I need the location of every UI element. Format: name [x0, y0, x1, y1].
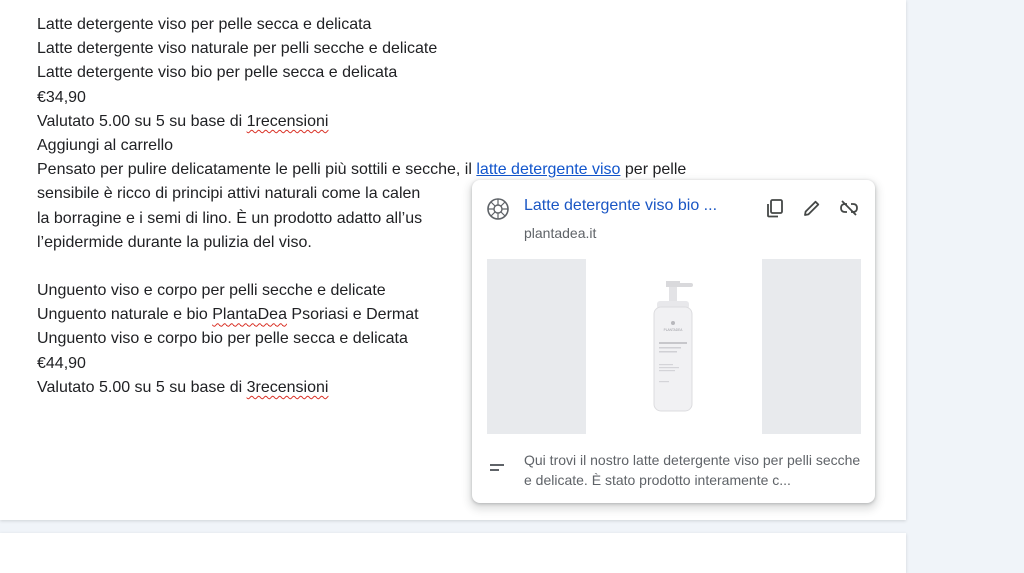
link-description: Qui trovi il nostro latte detergente vis…: [524, 452, 861, 488]
paragraph-text: Psoriasi e Dermat: [286, 306, 419, 324]
misspelled-word[interactable]: 3recensioni: [247, 379, 329, 396]
link-title[interactable]: Latte detergente viso bio ...: [524, 197, 756, 215]
paragraph-text: Pensato per pulire delicatamente le pell…: [37, 161, 477, 179]
globe-icon: [487, 198, 509, 220]
next-page[interactable]: [0, 533, 906, 573]
bottle-image: PLANTADEA: [653, 281, 693, 412]
link-preview-card[interactable]: Latte detergente viso bio ... plantadea.…: [472, 180, 875, 503]
hyperlink[interactable]: latte detergente viso: [476, 161, 620, 178]
text-line: Latte detergente viso naturale per pelli…: [37, 40, 438, 58]
paragraph-line: Pensato per pulire delicatamente le pell…: [37, 158, 797, 182]
copy-link-button[interactable]: [761, 194, 789, 222]
rating-text: Valutato 5.00 su 5 su base di: [37, 112, 247, 130]
misspelled-word[interactable]: 1recensioni: [247, 113, 329, 130]
misspelled-word[interactable]: PlantaDea: [212, 306, 287, 323]
text-line: Aggiungi al carrello: [37, 136, 174, 154]
text-line: Latte detergente viso bio per pelle secc…: [37, 64, 398, 82]
edit-link-button[interactable]: [798, 194, 826, 222]
bottle-label: PLANTADEA: [664, 328, 684, 332]
paragraph-text: Unguento naturale e bio: [37, 306, 213, 324]
paragraph-text: per pelle: [620, 161, 687, 179]
remove-link-button[interactable]: [835, 194, 863, 222]
copy-icon: [767, 199, 783, 218]
remove-link-icon: [840, 200, 858, 216]
price-text: €34,90: [37, 88, 86, 106]
rating-text: Valutato 5.00 su 5 su base di: [37, 378, 247, 396]
product-image: PLANTADEA: [586, 259, 762, 434]
text-line: Latte detergente viso per pelle secca e …: [37, 16, 372, 33]
rating-line: Valutato 5.00 su 5 su base di 1recension…: [37, 110, 797, 134]
link-preview-image[interactable]: PLANTADEA: [487, 259, 861, 434]
link-domain: plantadea.it: [524, 225, 597, 241]
short-text-icon: [490, 464, 504, 471]
edit-pencil-icon: [804, 200, 820, 216]
